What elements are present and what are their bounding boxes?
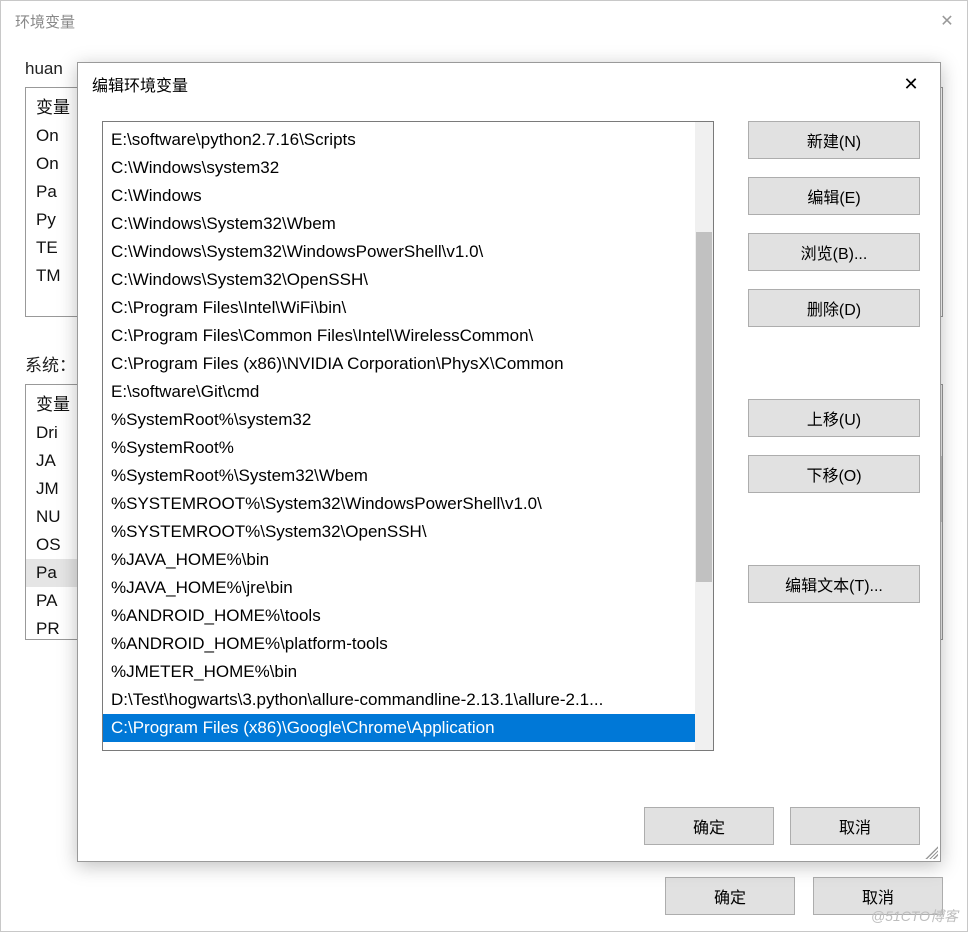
path-item[interactable]: C:\Program Files\Common Files\Intel\Wire…	[103, 322, 695, 350]
move-down-button[interactable]: 下移(O)	[748, 455, 920, 493]
cancel-button[interactable]: 取消	[790, 807, 920, 845]
env-vars-titlebar: 环境变量 ✕	[1, 1, 967, 41]
path-item[interactable]: C:\Windows\System32\Wbem	[103, 210, 695, 238]
path-item[interactable]: C:\Windows\System32\WindowsPowerShell\v1…	[103, 238, 695, 266]
scrollbar-thumb[interactable]	[696, 232, 712, 582]
path-values-list[interactable]: E:\software\python2.7.16\ScriptsC:\Windo…	[102, 121, 714, 751]
env-vars-title: 环境变量	[15, 11, 75, 32]
path-item[interactable]: C:\Windows\System32\OpenSSH\	[103, 266, 695, 294]
path-item[interactable]: C:\Windows	[103, 182, 695, 210]
path-item[interactable]: C:\Program Files (x86)\Google\Chrome\App…	[103, 714, 695, 742]
new-button[interactable]: 新建(N)	[748, 121, 920, 159]
path-item[interactable]: D:\Test\hogwarts\3.python\allure-command…	[103, 686, 695, 714]
edit-env-var-title: 编辑环境变量	[92, 72, 188, 96]
browse-button[interactable]: 浏览(B)...	[748, 233, 920, 271]
path-item[interactable]: %SYSTEMROOT%\System32\OpenSSH\	[103, 518, 695, 546]
move-up-button[interactable]: 上移(U)	[748, 399, 920, 437]
edit-text-button[interactable]: 编辑文本(T)...	[748, 565, 920, 603]
watermark: @51CTO博客	[871, 906, 958, 926]
ok-button[interactable]: 确定	[665, 877, 795, 915]
path-item[interactable]: %SYSTEMROOT%\System32\WindowsPowerShell\…	[103, 490, 695, 518]
path-item[interactable]: %ANDROID_HOME%\platform-tools	[103, 630, 695, 658]
path-item[interactable]: %JAVA_HOME%\jre\bin	[103, 574, 695, 602]
path-item[interactable]: C:\Windows\system32	[103, 154, 695, 182]
path-item[interactable]: %SystemRoot%\system32	[103, 406, 695, 434]
edit-button[interactable]: 编辑(E)	[748, 177, 920, 215]
scrollbar[interactable]	[695, 122, 713, 750]
edit-env-var-dialog: 编辑环境变量 ✕ E:\software\python2.7.16\Script…	[77, 62, 941, 862]
close-icon[interactable]: ✕	[888, 68, 934, 100]
edit-env-var-titlebar: 编辑环境变量 ✕	[78, 63, 940, 105]
path-item[interactable]: %SystemRoot%	[103, 434, 695, 462]
close-icon[interactable]: ✕	[937, 11, 957, 31]
resize-grip-icon[interactable]	[922, 843, 938, 859]
path-item[interactable]: E:\software\python2.7.16\Scripts	[103, 126, 695, 154]
path-item[interactable]: C:\Program Files\Intel\WiFi\bin\	[103, 294, 695, 322]
path-item[interactable]: %JAVA_HOME%\bin	[103, 546, 695, 574]
path-item[interactable]: %ANDROID_HOME%\tools	[103, 602, 695, 630]
ok-button[interactable]: 确定	[644, 807, 774, 845]
path-item[interactable]: %SystemRoot%\System32\Wbem	[103, 462, 695, 490]
delete-button[interactable]: 删除(D)	[748, 289, 920, 327]
path-item[interactable]: E:\software\Git\cmd	[103, 378, 695, 406]
path-item[interactable]: C:\Program Files (x86)\NVIDIA Corporatio…	[103, 350, 695, 378]
path-item[interactable]: %JMETER_HOME%\bin	[103, 658, 695, 686]
